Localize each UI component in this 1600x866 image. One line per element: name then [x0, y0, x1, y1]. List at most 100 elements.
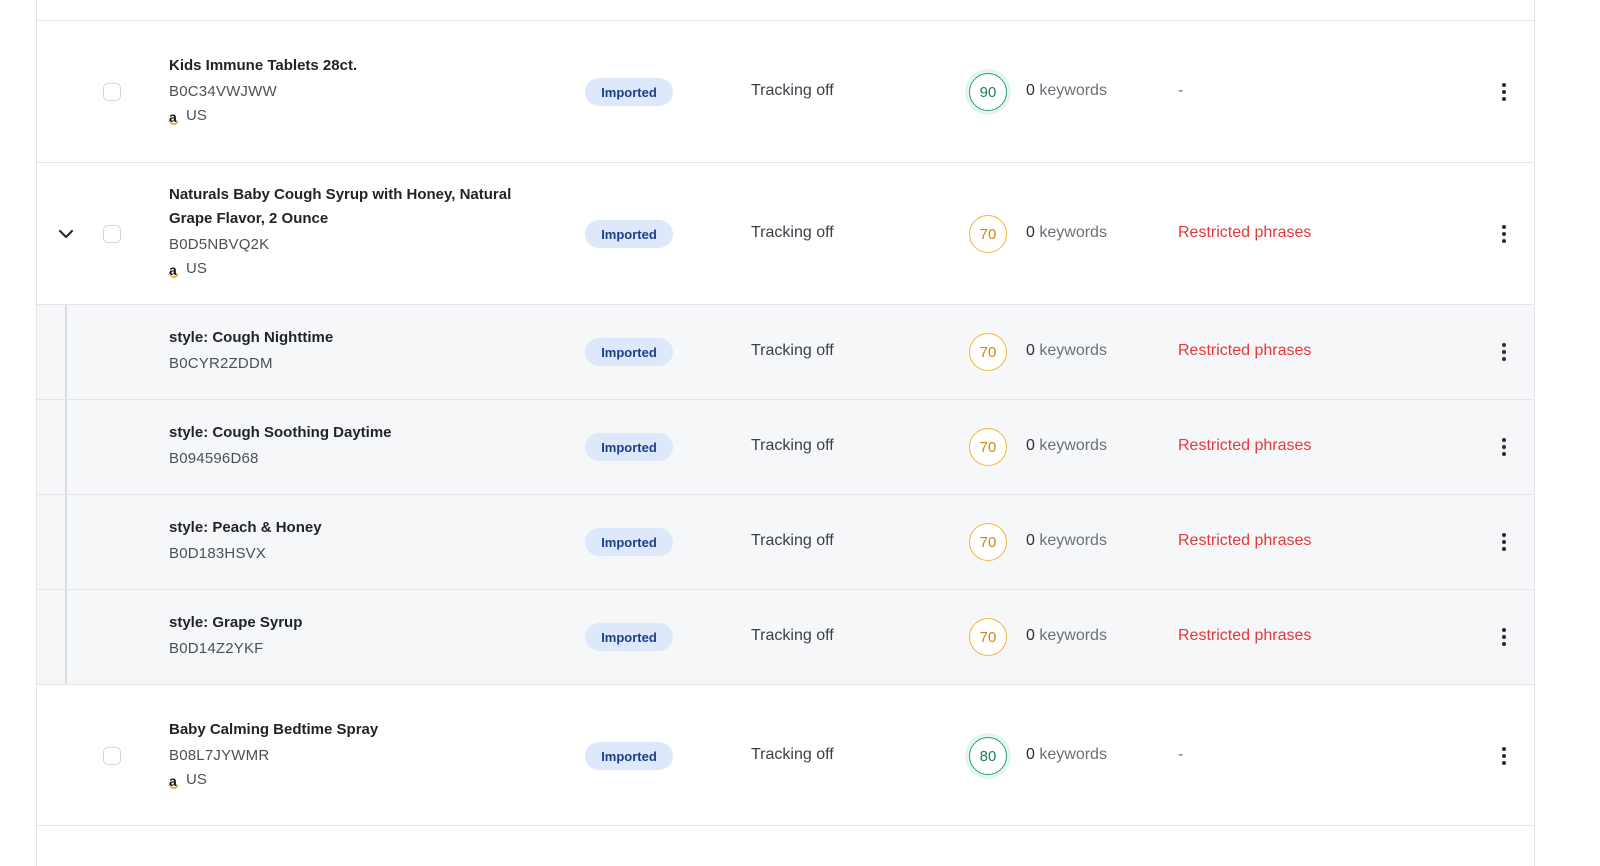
variant-name[interactable]: style: Peach & Honey [169, 516, 549, 540]
more-vertical-icon[interactable] [1493, 743, 1515, 769]
compliance-status: - [1178, 746, 1184, 763]
keywords-count: 0 keywords [1026, 82, 1107, 100]
more-vertical-icon[interactable] [1493, 339, 1515, 365]
amazon-icon: a [169, 772, 180, 789]
keywords-number: 0 [1026, 746, 1035, 763]
variant-group-line [65, 495, 67, 589]
variant-row: style: Cough Soothing Daytime B094596D68… [37, 399, 1534, 494]
keywords-number: 0 [1026, 532, 1035, 549]
variant-group-line [65, 305, 67, 399]
tracking-status: Tracking off [751, 627, 834, 644]
product-cell: style: Grape Syrup B0D14Z2YKF [169, 611, 549, 659]
product-asin: B0D14Z2YKF [169, 640, 264, 657]
marketplace-label: US [186, 107, 207, 124]
table-row: Naturals Baby Cough Syrup with Honey, Na… [37, 162, 1534, 304]
status-badge: Imported [585, 78, 673, 106]
compliance-status[interactable]: Restricted phrases [1178, 627, 1311, 645]
status-badge: Imported [585, 220, 673, 248]
status-badge: Imported [585, 338, 673, 366]
variant-name[interactable]: style: Grape Syrup [169, 611, 549, 635]
variant-row: style: Grape Syrup B0D14Z2YKF Imported T… [37, 589, 1534, 684]
compliance-status[interactable]: Restricted phrases [1178, 437, 1311, 455]
table-row: Baby Calming Bedtime Spray B08L7JYWMR a … [37, 684, 1534, 826]
keywords-label: keywords [1039, 746, 1107, 763]
product-cell: style: Cough Nighttime B0CYR2ZDDM [169, 326, 549, 374]
compliance-status[interactable]: Restricted phrases [1178, 532, 1311, 550]
listing-score: 70 [969, 333, 1007, 371]
product-cell: style: Cough Soothing Daytime B094596D68 [169, 421, 549, 469]
product-cell: Naturals Baby Cough Syrup with Honey, Na… [169, 183, 549, 279]
keywords-count: 0 keywords [1026, 224, 1107, 242]
variant-group-line [65, 590, 67, 684]
listing-score: 70 [969, 428, 1007, 466]
listing-score: 80 [969, 737, 1007, 775]
more-vertical-icon[interactable] [1493, 434, 1515, 460]
listing-score: 70 [969, 618, 1007, 656]
chevron-down-icon[interactable] [55, 223, 77, 245]
keywords-count: 0 keywords [1026, 746, 1107, 764]
keywords-number: 0 [1026, 342, 1035, 359]
product-asin: B0C34VWJWW [169, 83, 277, 100]
keywords-number: 0 [1026, 627, 1035, 644]
product-table: Kids Immune Tablets 28ct. B0C34VWJWW a U… [36, 0, 1535, 866]
product-name[interactable]: Naturals Baby Cough Syrup with Honey, Na… [169, 183, 549, 231]
listing-score: 90 [969, 73, 1007, 111]
variant-group-line [65, 400, 67, 494]
tracking-status: Tracking off [751, 82, 834, 99]
marketplace: a US [169, 259, 549, 279]
tracking-status: Tracking off [751, 532, 834, 549]
marketplace-label: US [186, 260, 207, 277]
product-cell: Baby Calming Bedtime Spray B08L7JYWMR a … [169, 718, 549, 790]
status-badge: Imported [585, 623, 673, 651]
keywords-count: 0 keywords [1026, 532, 1107, 550]
compliance-status[interactable]: Restricted phrases [1178, 342, 1311, 360]
amazon-icon: a [169, 108, 180, 125]
variant-name[interactable]: style: Cough Soothing Daytime [169, 421, 549, 445]
marketplace-label: US [186, 771, 207, 788]
product-name[interactable]: Baby Calming Bedtime Spray [169, 718, 549, 742]
listing-score: 70 [969, 523, 1007, 561]
amazon-icon: a [169, 261, 180, 278]
keywords-count: 0 keywords [1026, 437, 1107, 455]
product-asin: B094596D68 [169, 450, 259, 467]
tracking-status: Tracking off [751, 342, 834, 359]
keywords-count: 0 keywords [1026, 342, 1107, 360]
status-badge: Imported [585, 528, 673, 556]
table-body: Kids Immune Tablets 28ct. B0C34VWJWW a U… [37, 20, 1534, 826]
keywords-label: keywords [1039, 532, 1107, 549]
variant-row: style: Cough Nighttime B0CYR2ZDDM Import… [37, 304, 1534, 399]
product-cell: Kids Immune Tablets 28ct. B0C34VWJWW a U… [169, 54, 549, 126]
product-name[interactable]: Kids Immune Tablets 28ct. [169, 54, 549, 78]
keywords-number: 0 [1026, 437, 1035, 454]
status-badge: Imported [585, 433, 673, 461]
keywords-number: 0 [1026, 224, 1035, 241]
status-badge: Imported [585, 742, 673, 770]
compliance-status: - [1178, 82, 1184, 99]
more-vertical-icon[interactable] [1493, 79, 1515, 105]
compliance-status[interactable]: Restricted phrases [1178, 224, 1311, 242]
product-asin: B0D5NBVQ2K [169, 236, 270, 253]
keywords-label: keywords [1039, 342, 1107, 359]
keywords-number: 0 [1026, 82, 1035, 99]
product-cell: style: Peach & Honey B0D183HSVX [169, 516, 549, 564]
keywords-label: keywords [1039, 82, 1107, 99]
row-select-checkbox[interactable] [103, 225, 121, 243]
keywords-label: keywords [1039, 437, 1107, 454]
product-asin: B0CYR2ZDDM [169, 355, 273, 372]
keywords-label: keywords [1039, 627, 1107, 644]
variant-name[interactable]: style: Cough Nighttime [169, 326, 549, 350]
product-asin: B08L7JYWMR [169, 747, 270, 764]
tracking-status: Tracking off [751, 746, 834, 763]
keywords-label: keywords [1039, 224, 1107, 241]
variant-row: style: Peach & Honey B0D183HSVX Imported… [37, 494, 1534, 589]
row-select-checkbox[interactable] [103, 747, 121, 765]
keywords-count: 0 keywords [1026, 627, 1107, 645]
row-select-checkbox[interactable] [103, 83, 121, 101]
table-row: Kids Immune Tablets 28ct. B0C34VWJWW a U… [37, 20, 1534, 162]
marketplace: a US [169, 770, 549, 790]
more-vertical-icon[interactable] [1493, 221, 1515, 247]
more-vertical-icon[interactable] [1493, 624, 1515, 650]
more-vertical-icon[interactable] [1493, 529, 1515, 555]
tracking-status: Tracking off [751, 224, 834, 241]
marketplace: a US [169, 106, 549, 126]
